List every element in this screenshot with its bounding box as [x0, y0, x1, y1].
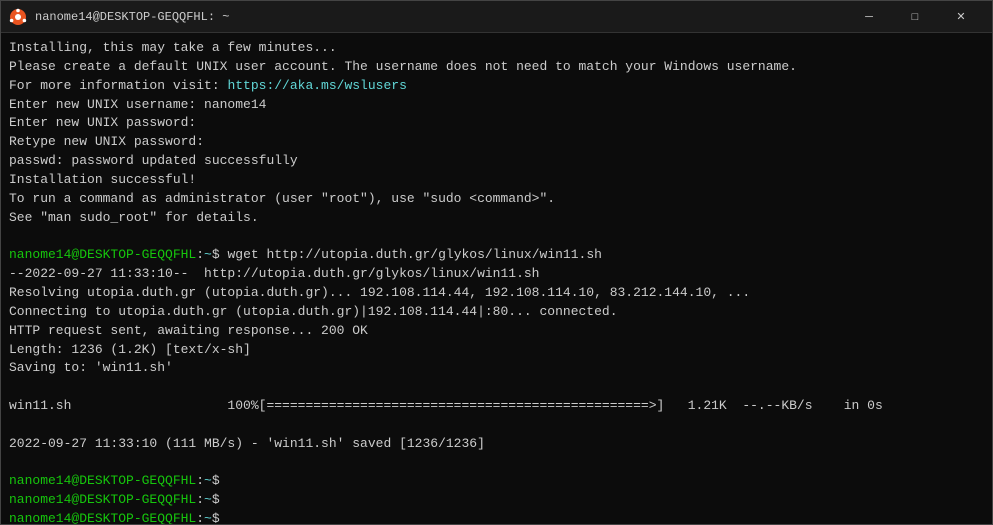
line-10: See "man sudo_root" for details. — [9, 209, 984, 228]
prompt-empty-3: nanome14@DESKTOP-GEQQFHL:~$ — [9, 510, 984, 524]
line-wget-1: --2022-09-27 11:33:10-- http://utopia.du… — [9, 265, 984, 284]
minimize-button[interactable]: ─ — [846, 1, 892, 33]
maximize-button[interactable]: □ — [892, 1, 938, 33]
prompt-empty-2: nanome14@DESKTOP-GEQQFHL:~$ — [9, 491, 984, 510]
line-1: Installing, this may take a few minutes.… — [9, 39, 984, 58]
terminal-output[interactable]: Installing, this may take a few minutes.… — [1, 33, 992, 524]
prompt-wget: nanome14@DESKTOP-GEQQFHL:~$ wget http://… — [9, 246, 984, 265]
line-saved: 2022-09-27 11:33:10 (111 MB/s) - 'win11.… — [9, 435, 984, 454]
line-wget-2: Resolving utopia.duth.gr (utopia.duth.gr… — [9, 284, 984, 303]
line-8: Installation successful! — [9, 171, 984, 190]
line-blank-1 — [9, 227, 984, 246]
line-4: Enter new UNIX username: nanome14 — [9, 96, 984, 115]
terminal-window: nanome14@DESKTOP-GEQQFHL: ~ ─ □ ✕ Instal… — [0, 0, 993, 525]
close-button[interactable]: ✕ — [938, 1, 984, 33]
line-7: passwd: password updated successfully — [9, 152, 984, 171]
line-blank-2 — [9, 378, 984, 397]
window-title: nanome14@DESKTOP-GEQQFHL: ~ — [35, 10, 838, 24]
line-9: To run a command as administrator (user … — [9, 190, 984, 209]
line-6: Retype new UNIX password: — [9, 133, 984, 152]
link-wslusers: https://aka.ms/wslusers — [227, 78, 406, 93]
progress-bar: win11.sh 100%[==========================… — [9, 397, 984, 416]
line-blank-3 — [9, 416, 984, 435]
prompt-empty-1: nanome14@DESKTOP-GEQQFHL:~$ — [9, 472, 984, 491]
ubuntu-icon — [9, 8, 27, 26]
line-blank-4 — [9, 454, 984, 473]
line-3: For more information visit: https://aka.… — [9, 77, 984, 96]
line-wget-6: Saving to: 'win11.sh' — [9, 359, 984, 378]
line-wget-3: Connecting to utopia.duth.gr (utopia.dut… — [9, 303, 984, 322]
line-5: Enter new UNIX password: — [9, 114, 984, 133]
line-wget-5: Length: 1236 (1.2K) [text/x-sh] — [9, 341, 984, 360]
titlebar: nanome14@DESKTOP-GEQQFHL: ~ ─ □ ✕ — [1, 1, 992, 33]
line-wget-4: HTTP request sent, awaiting response... … — [9, 322, 984, 341]
window-controls: ─ □ ✕ — [846, 1, 984, 33]
line-2: Please create a default UNIX user accoun… — [9, 58, 984, 77]
